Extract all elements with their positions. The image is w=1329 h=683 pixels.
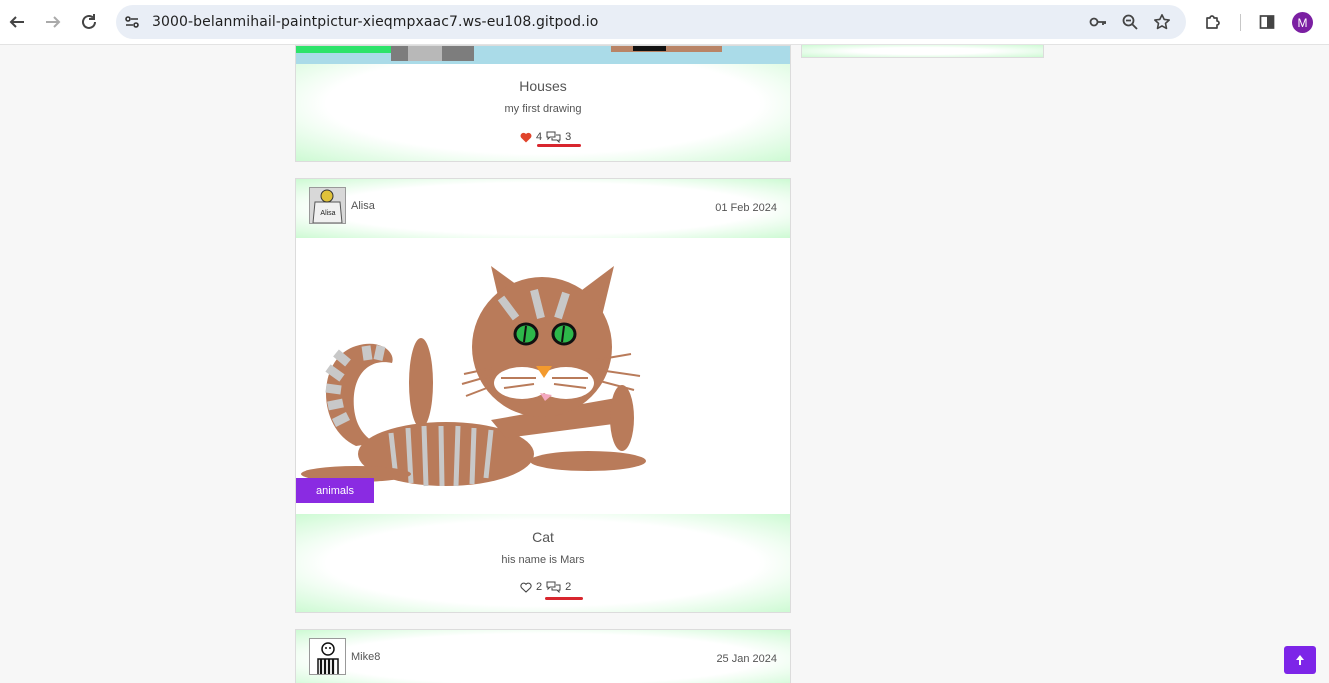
post-title[interactable]: Cat [296,529,790,545]
arrow-left-icon [9,16,24,28]
post-description: his name is Mars [501,554,585,566]
tune-icon [125,16,139,28]
puzzle-icon [1206,15,1220,29]
post-card: Houses my first drawing 4 3 [295,45,791,162]
side-panel-icon [1259,15,1275,29]
post-stats: 4 3 [520,131,571,143]
post-card: Alisa Alisa 01 Feb 2024 animals Cat his … [295,178,791,613]
post-card: Mike8 25 Jan 2024 [295,629,791,683]
post-header: Alisa Alisa 01 Feb 2024 [296,179,790,238]
post-drawing[interactable] [296,46,790,64]
avatar[interactable] [309,638,346,675]
arrow-up-icon [1296,655,1304,665]
like-count: 2 [536,581,543,593]
address-bar[interactable]: 3000-belanmihail-paintpictur-xieqmpxaac7… [116,5,1186,39]
zoom-icon [1122,14,1138,30]
post-drawing[interactable] [296,238,790,514]
author-name[interactable]: Alisa [351,200,375,212]
reload-button[interactable] [76,9,102,35]
avatar[interactable]: Alisa [309,187,346,224]
like-count: 4 [536,131,543,143]
url-text[interactable]: 3000-belanmihail-paintpictur-xieqmpxaac7… [152,14,598,30]
author-name[interactable]: Mike8 [351,651,380,663]
browser-toolbar: 3000-belanmihail-paintpictur-xieqmpxaac7… [0,0,1329,45]
side-panel-button[interactable] [1256,11,1278,33]
post-date: 25 Jan 2024 [716,653,777,665]
scroll-top-button[interactable] [1284,646,1316,674]
site-info-button[interactable] [122,12,142,32]
avatar-image: Alisa [310,188,345,223]
forward-button[interactable] [40,9,66,35]
comment-count: 3 [565,131,572,143]
comment-count: 2 [565,581,572,593]
highlight-underline [545,597,583,600]
toolbar-divider [1240,14,1241,31]
comments-icon[interactable] [546,581,561,593]
category-tag[interactable]: animals [296,478,374,503]
star-icon [1154,14,1170,30]
post-stats: 2 2 [520,581,571,593]
post-title[interactable]: Houses [296,78,790,94]
reload-icon [82,14,96,29]
heart-outline-icon[interactable] [520,582,532,593]
highlight-underline [537,144,581,147]
bookmark-button[interactable] [1152,12,1172,32]
post-description: my first drawing [504,103,582,115]
avatar-image [310,639,345,674]
arrow-right-icon [46,16,61,28]
heart-filled-icon[interactable] [520,132,532,143]
key-icon [1089,17,1106,27]
post-footer: Cat his name is Mars 2 2 [296,514,790,612]
profile-avatar[interactable]: M [1292,12,1313,33]
extensions-button[interactable] [1202,11,1224,33]
comments-icon[interactable] [546,131,561,143]
zoom-button[interactable] [1120,12,1140,32]
post-date: 01 Feb 2024 [715,202,777,214]
back-button[interactable] [4,9,30,35]
cat-drawing [301,266,646,487]
sidebar-card [801,45,1044,58]
password-button[interactable] [1088,12,1108,32]
avatar-label: Alisa [320,210,335,217]
